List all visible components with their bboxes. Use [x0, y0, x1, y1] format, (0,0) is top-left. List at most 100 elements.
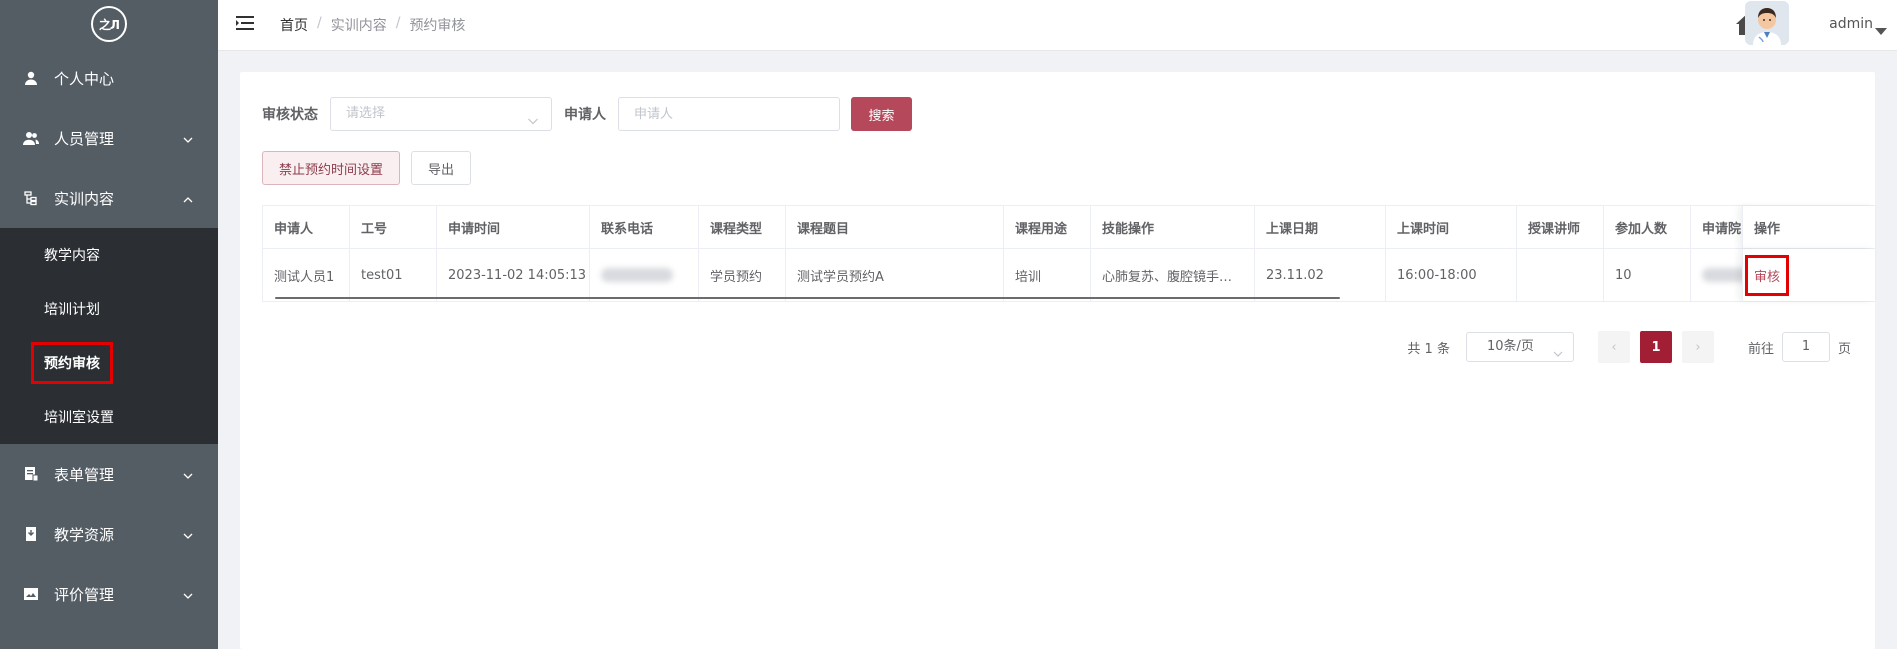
sidebar-item-personal-center[interactable]: 个人中心	[0, 48, 218, 108]
review-link[interactable]: 审核	[1744, 254, 1790, 296]
table-row: 测试人员1 test01 2023-11-02 14:05:13 学员预约 测试…	[263, 249, 1875, 301]
column-header: 上课日期	[1255, 206, 1386, 248]
training-submenu: 教学内容 培训计划 预约审核 培训室设置	[0, 228, 218, 444]
avatar[interactable]	[1745, 1, 1789, 45]
user-icon	[22, 69, 40, 87]
sidebar-item-label: 实训内容	[54, 189, 115, 208]
breadcrumb-training-content[interactable]: 实训内容	[331, 15, 387, 35]
action-bar: 禁止预约时间设置 导出	[262, 151, 482, 185]
column-header: 课程题目	[786, 206, 1004, 248]
sidebar-subitem-teaching-content[interactable]: 教学内容	[0, 228, 218, 282]
sidebar-item-label: 表单管理	[54, 465, 115, 484]
logo-mark: 之Л	[91, 6, 127, 42]
column-header: 技能操作	[1091, 206, 1255, 248]
cell-apply-time: 2023-11-02 14:05:13	[437, 249, 590, 301]
column-header: 上课时间	[1386, 206, 1517, 248]
book-icon	[22, 525, 40, 543]
op-column-header: 操作	[1742, 206, 1875, 248]
cell-skill: 心肺复苏、腹腔镜手…	[1091, 249, 1255, 301]
goto-label: 前往	[1747, 341, 1774, 357]
sidebar-subitem-training-room[interactable]: 培训室设置	[0, 390, 218, 444]
form-icon	[22, 465, 40, 483]
page-size-select[interactable]: 10条/页	[1465, 332, 1574, 362]
next-page-button[interactable]: ›	[1681, 331, 1714, 363]
breadcrumb-separator: /	[317, 15, 322, 31]
cell-course-purpose: 培训	[1004, 249, 1091, 301]
column-header: 课程用途	[1004, 206, 1091, 248]
cell-employee-id: test01	[350, 249, 437, 301]
horizontal-scrollbar[interactable]	[275, 297, 1340, 299]
tree-icon	[22, 189, 40, 207]
chevron-left-icon: ‹	[1611, 339, 1617, 355]
chevron-down-icon	[182, 588, 194, 606]
cell-operation: 审核	[1743, 249, 1875, 301]
sidebar-item-label: 评价管理	[54, 585, 115, 604]
page-suffix-label: 页	[1837, 341, 1851, 357]
sidebar: 之Л 个人中心 人员管理 实训内容 教学内容 培训计划 预约审核 培训室设置 表…	[0, 0, 218, 649]
prev-page-button[interactable]: ‹	[1597, 331, 1630, 363]
goto-page-input[interactable]: 1	[1781, 332, 1830, 362]
status-select-placeholder: 请选择	[346, 106, 386, 121]
sidebar-item-evaluation[interactable]: 评价管理	[0, 564, 218, 624]
filter-bar: 审核状态 请选择 申请人 搜索	[262, 96, 912, 132]
page-size-value: 10条/页	[1486, 339, 1534, 354]
chevron-down-icon	[182, 528, 194, 546]
applicant-input[interactable]	[618, 97, 840, 131]
sidebar-item-label: 个人中心	[54, 69, 115, 88]
page-number-button[interactable]: 1	[1639, 331, 1672, 363]
chevron-down-icon	[527, 108, 539, 140]
breadcrumb: 首页 / 实训内容 / 预约审核	[280, 15, 465, 35]
op-column-cell: 审核	[1742, 249, 1875, 301]
column-header: 工号	[350, 206, 437, 248]
status-filter-label: 审核状态	[262, 107, 318, 123]
sidebar-subitem-label: 教学内容	[44, 248, 100, 264]
chevron-down-icon	[182, 468, 194, 486]
cell-phone	[590, 249, 699, 301]
users-icon	[22, 129, 40, 147]
column-header: 参加人数	[1604, 206, 1691, 248]
chevron-down-icon	[182, 132, 194, 150]
sidebar-subitem-label: 培训计划	[44, 302, 100, 318]
sidebar-subitem-label: 培训室设置	[44, 410, 114, 426]
cell-course-title: 测试学员预约A	[786, 249, 1004, 301]
logo: 之Л	[0, 0, 218, 48]
sidebar-item-label: 教学资源	[54, 525, 115, 544]
sidebar-subitem-label: 预约审核	[31, 342, 113, 384]
applicant-filter-label: 申请人	[564, 107, 606, 123]
column-header: 操作	[1754, 221, 1781, 237]
column-header: 联系电话	[590, 206, 699, 248]
main-panel: 审核状态 请选择 申请人 搜索 禁止预约时间设置 导出 申请人 工号 申请时间 …	[240, 72, 1876, 649]
image-icon	[22, 585, 40, 603]
chevron-right-icon: ›	[1695, 339, 1701, 355]
redacted-value	[601, 268, 673, 282]
breadcrumb-current: 预约审核	[409, 18, 466, 34]
column-header: 申请人	[263, 206, 350, 248]
column-header: 申请时间	[437, 206, 590, 248]
sidebar-item-teaching-resources[interactable]: 教学资源	[0, 504, 218, 564]
cell-class-date: 23.11.02	[1255, 249, 1386, 301]
user-name[interactable]: admin	[1829, 16, 1873, 32]
sidebar-subitem-training-plan[interactable]: 培训计划	[0, 282, 218, 336]
table-header: 申请人 工号 申请时间 联系电话 课程类型 课程题目 课程用途 技能操作 上课日…	[263, 206, 1875, 249]
breadcrumb-separator: /	[395, 15, 401, 31]
cell-instructor	[1517, 249, 1604, 301]
sidebar-subitem-booking-review[interactable]: 预约审核	[0, 336, 218, 390]
sidebar-item-label: 人员管理	[54, 129, 115, 148]
column-header: 授课讲师	[1517, 206, 1604, 248]
status-select[interactable]: 请选择	[330, 97, 552, 131]
breadcrumb-home[interactable]: 首页	[280, 15, 308, 35]
menu-fold-icon[interactable]	[236, 15, 254, 35]
sidebar-item-forms[interactable]: 表单管理	[0, 444, 218, 504]
search-button[interactable]: 搜索	[851, 97, 912, 131]
pagination-total: 共 1 条	[1407, 341, 1450, 357]
caret-down-icon[interactable]	[1875, 21, 1887, 40]
sidebar-item-personnel[interactable]: 人员管理	[0, 108, 218, 168]
cell-class-time: 16:00-18:00	[1386, 249, 1517, 301]
sidebar-item-training-content[interactable]: 实训内容	[0, 168, 218, 228]
cell-participants: 10	[1604, 249, 1691, 301]
top-header: 首页 / 实训内容 / 预约审核 admin	[218, 0, 1897, 51]
pagination: 共 1 条 10条/页 ‹ 1 › 前往 1 页	[1407, 331, 1851, 363]
forbid-time-settings-button[interactable]: 禁止预约时间设置	[262, 151, 401, 185]
export-button[interactable]: 导出	[411, 151, 472, 185]
chevron-down-icon	[1553, 342, 1563, 370]
